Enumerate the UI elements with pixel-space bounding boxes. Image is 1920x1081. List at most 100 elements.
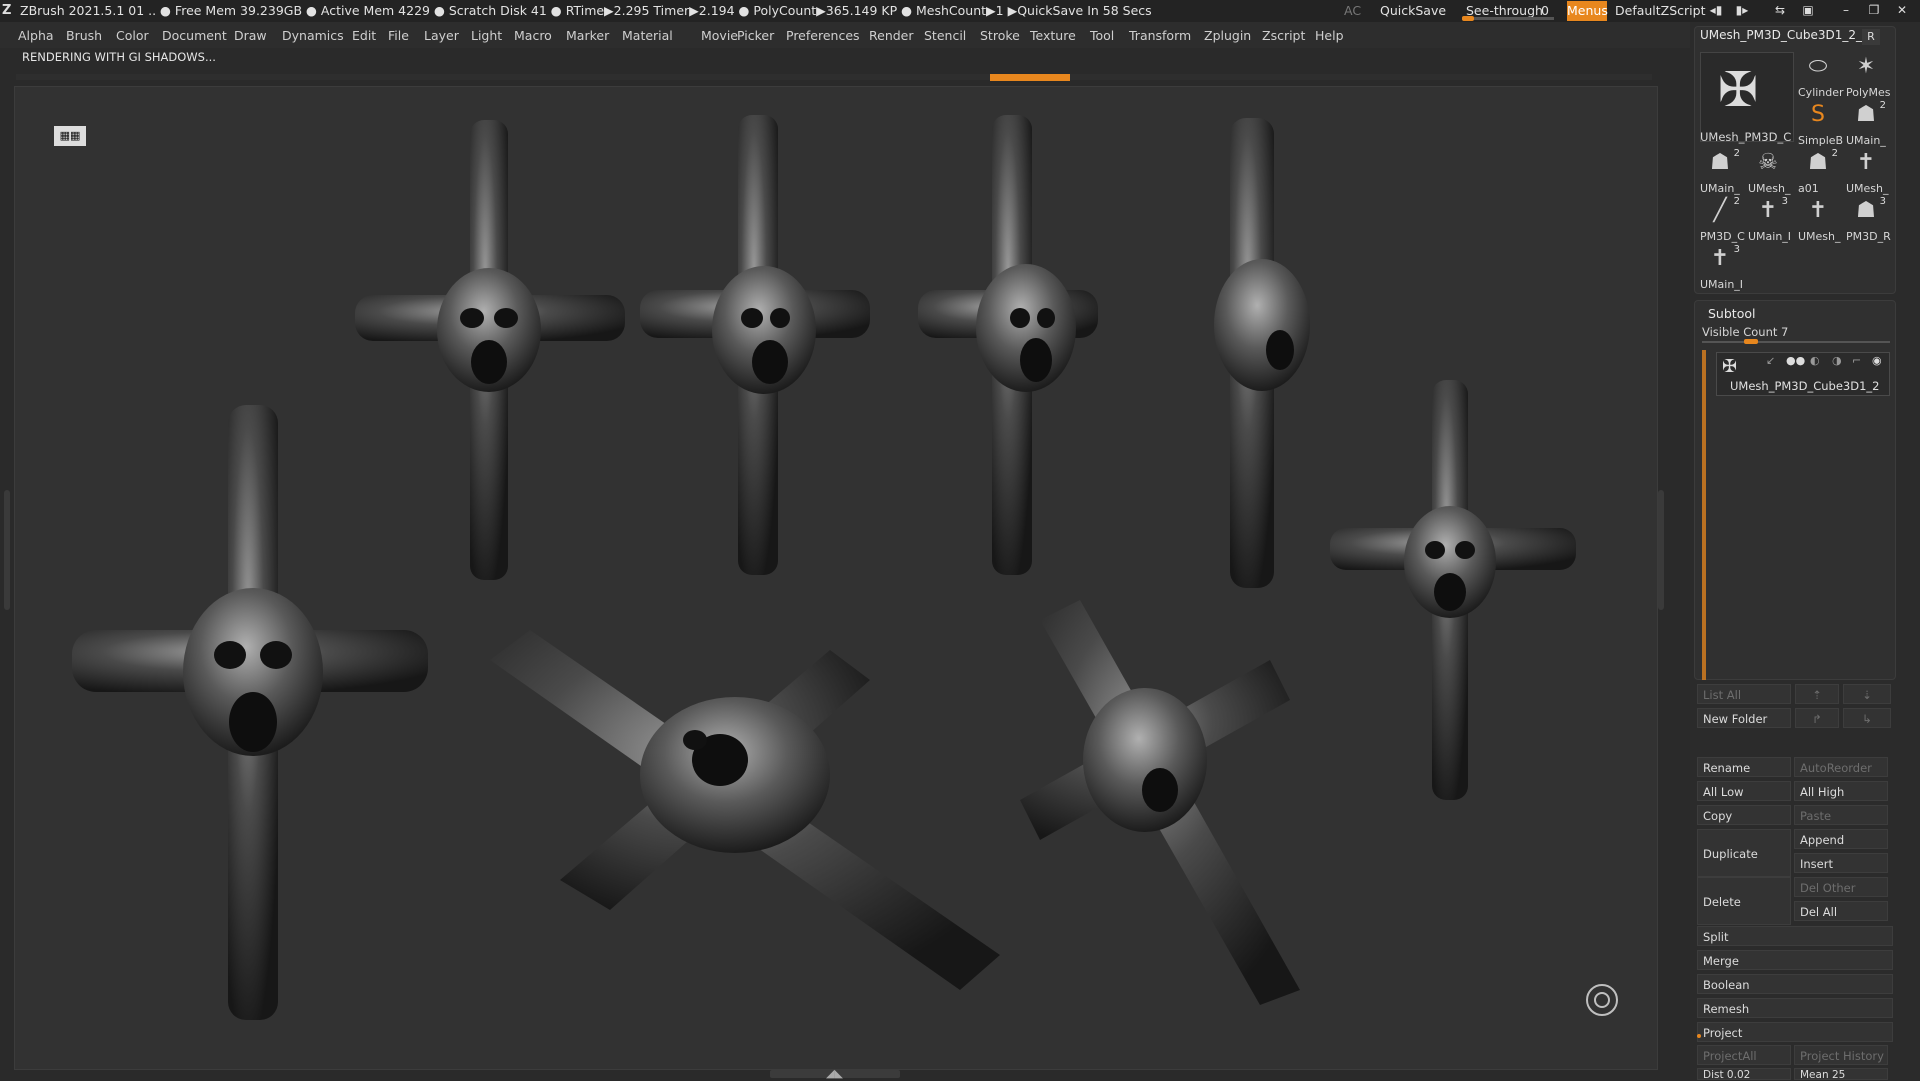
tool-thumbnail-count: 2 xyxy=(1733,196,1740,207)
boolean-section[interactable]: Boolean xyxy=(1697,974,1893,994)
visibility-eye-icon[interactable]: ◉ xyxy=(1872,354,1882,367)
skull-icon: ☠ xyxy=(1758,150,1778,175)
tool-thumbnail[interactable]: ✝ UMesh_ xyxy=(1846,148,1889,196)
new-folder-button[interactable]: New Folder xyxy=(1697,708,1791,728)
tool-thumbnail[interactable]: ✝ UMain_I 3 xyxy=(1700,244,1743,292)
subtool-scrollbar[interactable] xyxy=(1702,350,1706,680)
current-tool-name[interactable]: UMesh_PM3D_Cube3D1_2_ xyxy=(1700,28,1862,42)
bust-icon: ☗ xyxy=(1856,198,1876,223)
tool-thumbnail-count: 2 xyxy=(1733,148,1740,159)
move-up-icon[interactable]: ⇡ xyxy=(1795,684,1839,704)
tool-thumbnail-label: UMain_I xyxy=(1700,278,1744,291)
cross-icon: ✝ xyxy=(1710,246,1730,271)
tool-thumbnail-label: UMain_ xyxy=(1700,182,1740,195)
tool-r-button[interactable]: R xyxy=(1862,29,1880,45)
current-tool-thumbnail-label: UMesh_PM3D_C xyxy=(1700,130,1792,144)
close-icon[interactable]: ✕ xyxy=(1894,3,1910,17)
tool-thumbnail-label: PM3D_R xyxy=(1846,230,1891,243)
cross-model-angled[interactable] xyxy=(1020,600,1300,1005)
del-all-button[interactable]: Del All xyxy=(1794,901,1888,921)
tool-thumbnail-count: 2 xyxy=(1879,100,1886,111)
mean-slider[interactable]: Mean 25 xyxy=(1794,1068,1888,1081)
layout-right-icon[interactable]: ▮▸ xyxy=(1734,3,1750,17)
toggle-on-icon[interactable]: ●● xyxy=(1786,354,1805,367)
split-section[interactable]: Split xyxy=(1697,926,1893,946)
tool-thumbnail[interactable]: S SimpleB xyxy=(1798,100,1843,148)
all-low-button[interactable]: All Low xyxy=(1697,781,1791,801)
tool-thumbnail[interactable]: ☗ a01 2 xyxy=(1798,148,1838,196)
bust-icon: ☗ xyxy=(1856,102,1876,127)
visible-count-slider[interactable] xyxy=(1702,341,1890,343)
cross-model-perspective-lying[interactable] xyxy=(490,630,1000,990)
cross-model-front-right[interactable] xyxy=(1330,380,1576,800)
project-all-button[interactable]: ProjectAll xyxy=(1697,1045,1791,1065)
tool-thumbnail[interactable]: ⬭ Cylinder xyxy=(1798,52,1844,100)
tool-thumbnail-count: 3 xyxy=(1781,196,1788,207)
tool-thumbnail-label: SimpleB xyxy=(1798,134,1844,147)
tool-thumbnail[interactable]: ✶ PolyMes xyxy=(1846,52,1891,100)
tool-thumbnail-label: PolyMes xyxy=(1846,86,1891,99)
bust-icon: ☗ xyxy=(1808,150,1828,175)
tool-thumbnail-label: UMain_ xyxy=(1846,134,1886,147)
merge-section[interactable]: Merge xyxy=(1697,950,1893,970)
list-all-button[interactable]: List All xyxy=(1697,684,1791,704)
project-history-button[interactable]: Project History xyxy=(1794,1045,1888,1065)
project-active-dot xyxy=(1697,1034,1701,1038)
lock-icon[interactable]: ⌐ xyxy=(1852,354,1861,367)
copy-button[interactable]: Copy xyxy=(1697,805,1791,825)
model-renders xyxy=(72,115,1576,1020)
dist-slider[interactable]: Dist 0.02 xyxy=(1697,1068,1791,1081)
cross-model-side[interactable] xyxy=(1214,118,1310,588)
tool-thumbnail-count: 3 xyxy=(1733,244,1740,255)
tool-thumbnail[interactable]: ✝ UMain_I 3 xyxy=(1748,196,1791,244)
autoreorder-button[interactable]: AutoReorder xyxy=(1794,757,1888,777)
duplicate-button[interactable]: Duplicate xyxy=(1697,829,1791,877)
subtool-thumbnail-cross-icon: ✠ xyxy=(1722,356,1738,377)
remesh-section[interactable]: Remesh xyxy=(1697,998,1893,1018)
tool-thumbnail-count: 3 xyxy=(1879,196,1886,207)
tool-thumbnail-count: 2 xyxy=(1831,148,1838,159)
delete-button[interactable]: Delete xyxy=(1697,877,1791,925)
visible-count-slider-knob[interactable] xyxy=(1744,339,1758,344)
move-down-icon[interactable]: ⇣ xyxy=(1843,684,1891,704)
tool-thumbnail[interactable]: ☗ UMain_ 2 xyxy=(1700,148,1740,196)
tool-thumbnail[interactable]: ☠ UMesh_ xyxy=(1748,148,1791,196)
rename-button[interactable]: Rename xyxy=(1697,757,1791,777)
tool-thumbnail[interactable]: ╱ PM3D_C 2 xyxy=(1700,196,1745,244)
del-other-button[interactable]: Del Other xyxy=(1794,877,1888,897)
cylinder-icon: ⬭ xyxy=(1808,54,1828,79)
cross-model-front-top[interactable] xyxy=(355,120,625,580)
tool-thumbnail-label: PM3D_C xyxy=(1700,230,1745,243)
tool-thumbnail-label: UMesh_ xyxy=(1748,182,1791,195)
subtool-row-label: UMesh_PM3D_Cube3D1_2 xyxy=(1730,379,1880,393)
cross-model-threequarter-1[interactable] xyxy=(640,115,870,575)
layout-swap-icon[interactable]: ⇆ xyxy=(1772,3,1788,17)
cross-icon: ✝ xyxy=(1758,198,1778,223)
layout-left-icon[interactable]: ◂▮ xyxy=(1708,3,1724,17)
layout-options-icon[interactable]: ▣ xyxy=(1800,3,1816,17)
stick-icon: ╱ xyxy=(1713,198,1727,223)
cross-model-front-large[interactable] xyxy=(72,405,428,1020)
append-button[interactable]: Append xyxy=(1794,829,1888,849)
tool-thumbnail[interactable]: ☗ PM3D_R 3 xyxy=(1846,196,1891,244)
tool-thumbnail-label: UMain_I xyxy=(1748,230,1792,243)
maximize-icon[interactable]: ❐ xyxy=(1866,3,1882,17)
subtool-title[interactable]: Subtool xyxy=(1708,306,1755,321)
tool-thumbnail-label: Cylinder xyxy=(1798,86,1844,99)
project-section[interactable]: Project xyxy=(1697,1022,1893,1042)
minimize-icon[interactable]: – xyxy=(1838,3,1854,17)
folder-in-icon[interactable]: ↱ xyxy=(1795,708,1839,728)
cross-icon: ✠ xyxy=(1718,62,1759,118)
folder-out-icon[interactable]: ↳ xyxy=(1843,708,1891,728)
tool-thumbnail[interactable]: ✝ UMesh_ xyxy=(1798,196,1841,244)
paste-button[interactable]: Paste xyxy=(1794,805,1888,825)
all-high-button[interactable]: All High xyxy=(1794,781,1888,801)
polyframe-icon[interactable]: ◐ xyxy=(1810,354,1820,367)
insert-button[interactable]: Insert xyxy=(1794,853,1888,873)
cross-model-threequarter-2[interactable] xyxy=(918,115,1098,575)
dynamesh-icon[interactable]: ◑ xyxy=(1832,354,1842,367)
tool-thumbnail-label: a01 xyxy=(1798,182,1819,195)
tool-thumbnail[interactable]: ☗ UMain_ 2 xyxy=(1846,100,1886,148)
brush-icon[interactable]: ↙ xyxy=(1766,354,1775,367)
cross-icon: ✝ xyxy=(1808,198,1828,223)
